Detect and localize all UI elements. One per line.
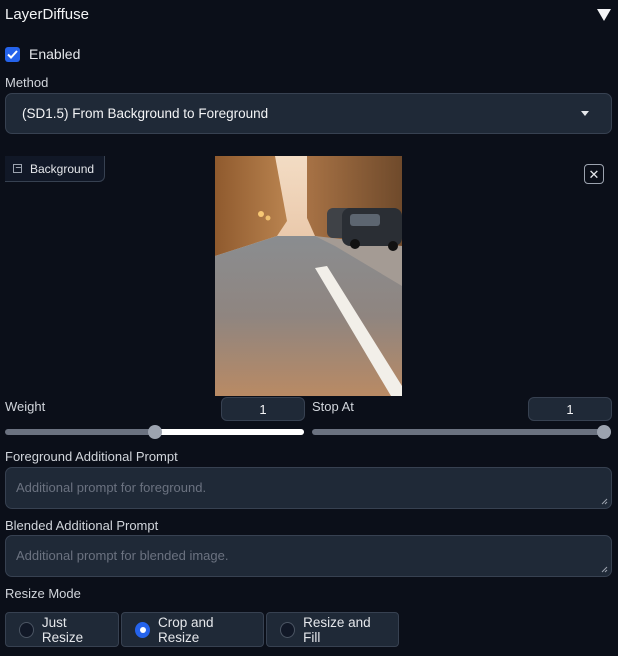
close-icon[interactable]: ✕ bbox=[584, 164, 604, 184]
background-label-text: Background bbox=[30, 161, 95, 176]
method-label: Method bbox=[5, 75, 49, 90]
background-image-label: Background bbox=[5, 156, 106, 182]
weight-slider-fill bbox=[154, 429, 304, 435]
weight-slider-thumb[interactable] bbox=[147, 425, 162, 439]
stop-at-slider-thumb[interactable] bbox=[597, 425, 611, 439]
method-value: (SD1.5) From Background to Foreground bbox=[22, 106, 269, 121]
triangle-down-icon[interactable] bbox=[597, 9, 611, 21]
weight-label: Weight bbox=[5, 399, 46, 414]
foreground-prompt-placeholder: Additional prompt for foreground. bbox=[16, 480, 207, 495]
radio-button[interactable] bbox=[280, 621, 296, 638]
blended-prompt-placeholder: Additional prompt for blended image. bbox=[16, 548, 229, 563]
blended-prompt-input[interactable]: Additional prompt for blended image. bbox=[5, 535, 612, 577]
radio-label: Crop and Resize bbox=[157, 614, 214, 645]
radio-button[interactable] bbox=[19, 621, 34, 638]
resize-mode-radio-group: Just Resize Crop and Resize Resize and F… bbox=[5, 612, 399, 647]
method-dropdown[interactable]: (SD1.5) From Background to Foreground bbox=[5, 93, 612, 134]
weight-slider[interactable] bbox=[5, 425, 304, 439]
radio-button[interactable] bbox=[135, 621, 150, 638]
radio-just-resize[interactable]: Just Resize bbox=[5, 612, 119, 647]
blended-prompt-label: Blended Additional Prompt bbox=[5, 518, 159, 533]
radio-crop-and-resize[interactable]: Crop and Resize bbox=[121, 612, 264, 647]
image-icon bbox=[13, 164, 22, 173]
stop-at-slider[interactable] bbox=[312, 425, 611, 439]
background-image-preview[interactable] bbox=[215, 156, 402, 396]
chevron-down-icon bbox=[581, 111, 589, 116]
weight-number-input[interactable]: 1 bbox=[221, 397, 305, 421]
resize-grip-icon[interactable] bbox=[601, 566, 608, 573]
foreground-prompt-label: Foreground Additional Prompt bbox=[5, 449, 178, 464]
enabled-checkbox[interactable] bbox=[5, 46, 20, 62]
resize-mode-label: Resize Mode bbox=[5, 586, 81, 601]
radio-label: Resize and Fill bbox=[303, 614, 371, 645]
resize-grip-icon[interactable] bbox=[601, 498, 608, 505]
enabled-label: Enabled bbox=[29, 46, 81, 62]
radio-label: Just Resize bbox=[41, 614, 84, 645]
radio-resize-and-fill[interactable]: Resize and Fill bbox=[266, 612, 399, 647]
enabled-checkbox-row[interactable]: Enabled bbox=[5, 46, 80, 62]
foreground-prompt-input[interactable]: Additional prompt for foreground. bbox=[5, 467, 612, 509]
accordion-title[interactable]: LayerDiffuse bbox=[5, 6, 89, 23]
stop-at-label: Stop At bbox=[312, 399, 354, 414]
stop-at-number-input[interactable]: 1 bbox=[528, 397, 612, 421]
